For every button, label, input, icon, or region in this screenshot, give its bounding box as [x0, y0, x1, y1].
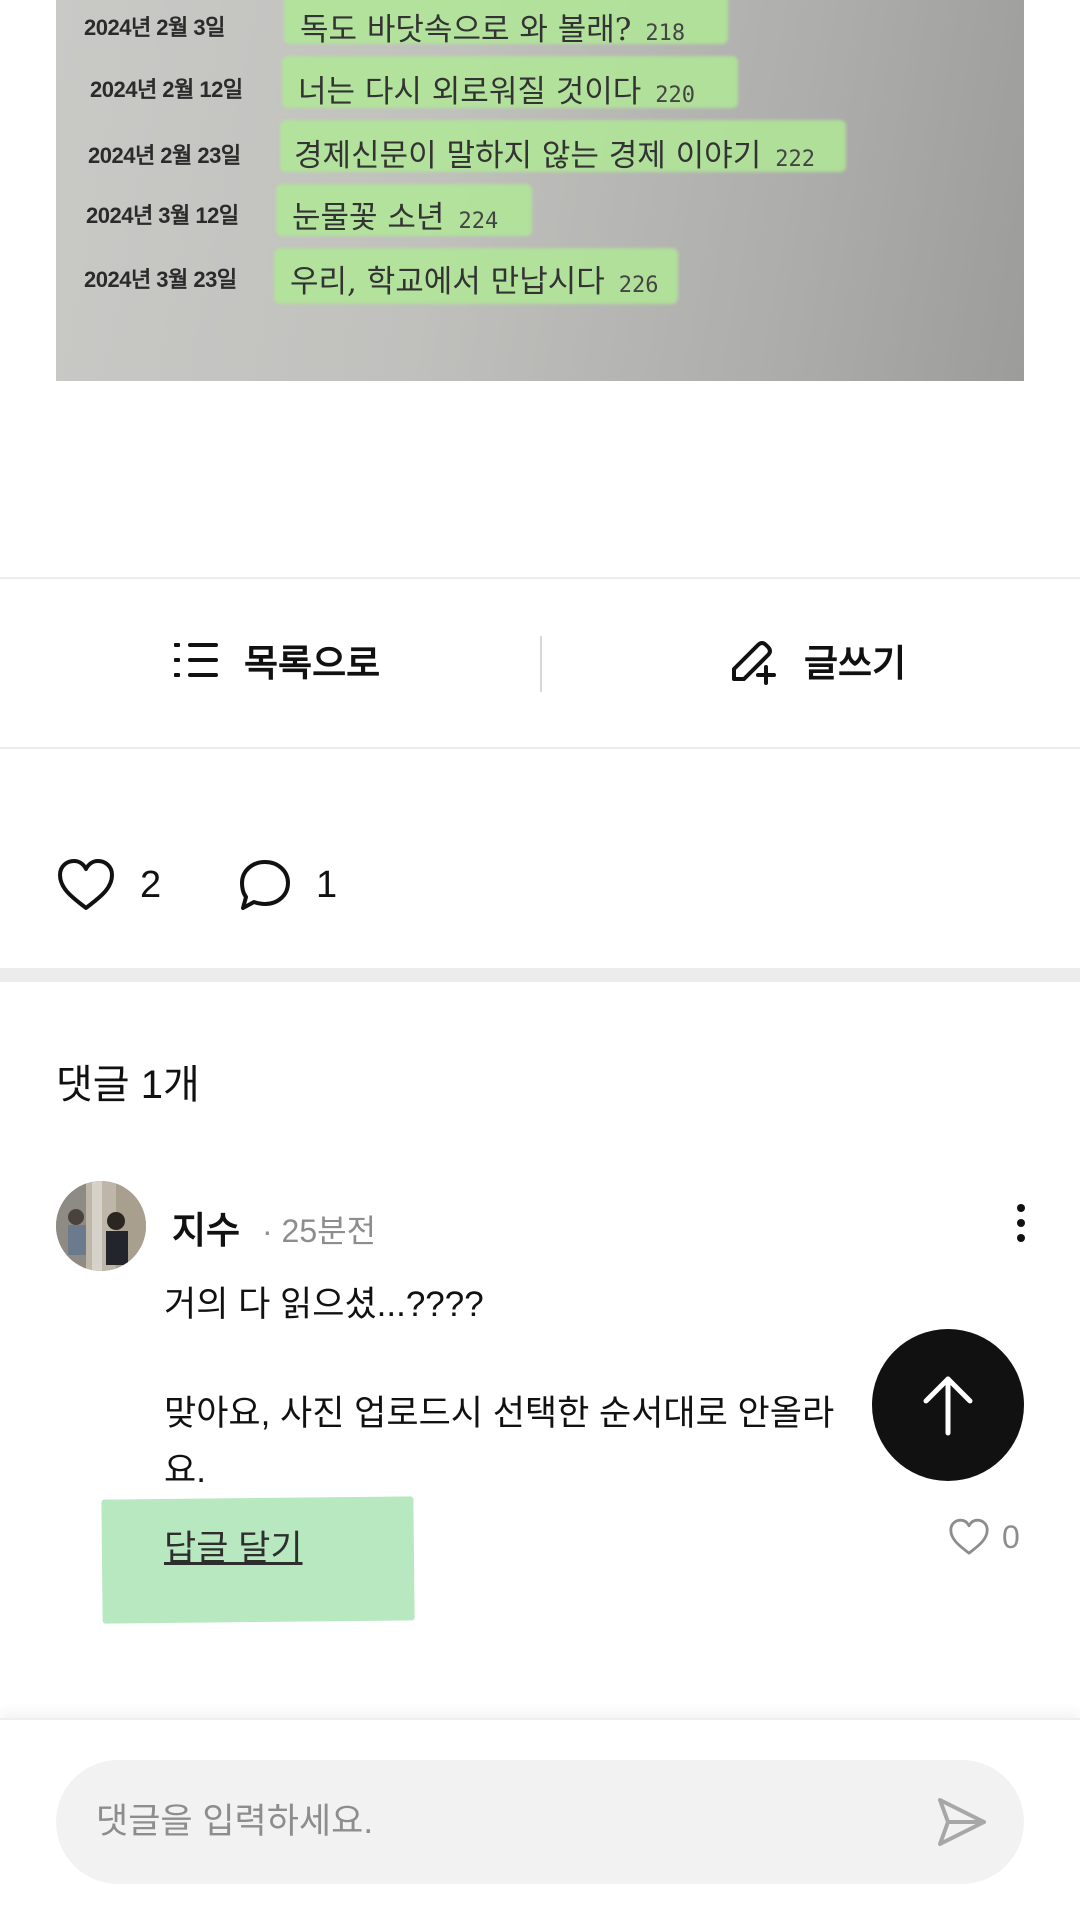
divider: [0, 577, 1080, 579]
write-button[interactable]: 글쓰기: [728, 580, 906, 740]
divider: [0, 747, 1080, 749]
toc-row: 2024년 2월 3일 독도 바닷속으로 와 볼래? 218: [56, 0, 1024, 60]
comment-time: · 25분전: [262, 1213, 377, 1249]
avatar[interactable]: [56, 1181, 146, 1271]
pencil-plus-icon: [732, 641, 776, 685]
toc-title: 우리, 학교에서 만납시다 226: [290, 264, 659, 300]
comments-title: 댓글 1개: [56, 1063, 200, 1107]
like-count: 2: [140, 863, 162, 906]
section-separator: [0, 968, 1080, 982]
comment-text-line: 거의 다 읽으셨...????: [164, 1285, 484, 1324]
toc-title: 독도 바닷속으로 와 볼래? 218: [300, 12, 686, 48]
arrow-up-icon: [923, 1376, 973, 1436]
toc-date: 2024년 3월 12일: [86, 203, 239, 228]
avatar-photo: [56, 1181, 146, 1271]
more-vertical-icon: [1017, 1204, 1025, 1242]
toc-row: 2024년 2월 23일 경제신문이 말하지 않는 경제 이야기 222: [56, 120, 1024, 184]
toc-date: 2024년 2월 23일: [88, 143, 241, 168]
comment-input[interactable]: [56, 1760, 1024, 1884]
send-button[interactable]: [934, 1794, 990, 1854]
more-options-button[interactable]: [1006, 1200, 1036, 1246]
toc-date: 2024년 2월 12일: [90, 77, 243, 102]
toc-title: 눈물꽃 소년 224: [292, 200, 499, 236]
scroll-top-button[interactable]: [872, 1329, 1024, 1481]
send-icon: [938, 1798, 986, 1846]
toc-title: 너는 다시 외로워질 것이다 220: [298, 74, 696, 110]
comment-text-line: 요.: [164, 1451, 206, 1490]
post-image: 2024년 2월 3일 독도 바닷속으로 와 볼래? 218 2024년 2월 1…: [56, 0, 1024, 381]
comment-button[interactable]: 1: [238, 858, 337, 912]
toc-title: 경제신문이 말하지 않는 경제 이야기 222: [294, 138, 815, 174]
comment-count: 1: [316, 863, 338, 906]
heart-icon: [58, 859, 114, 910]
speech-bubble-icon: [240, 860, 290, 910]
toc-row: 2024년 3월 12일 눈물꽃 소년 224: [56, 184, 1024, 248]
comment-like-count: 0: [1002, 1518, 1020, 1555]
heart-icon: [949, 1518, 989, 1555]
toc-row: 2024년 3월 23일 우리, 학교에서 만납시다 226: [56, 248, 1024, 310]
nav-divider: [540, 636, 542, 692]
toc-date: 2024년 2월 3일: [84, 15, 225, 40]
list-button-label: 목록으로: [244, 643, 381, 684]
like-button[interactable]: 2: [56, 858, 161, 912]
reply-button[interactable]: 답글 달기: [164, 1520, 303, 1571]
list-icon: [174, 643, 218, 677]
toc-row: 2024년 2월 12일 너는 다시 외로워질 것이다 220: [56, 56, 1024, 122]
list-button[interactable]: 목록으로: [174, 580, 380, 740]
comment-input-bar: [0, 1718, 1080, 1907]
comment-author[interactable]: 지수: [172, 1200, 240, 1254]
write-button-label: 글쓰기: [804, 643, 907, 684]
comment-text-line: 맞아요, 사진 업로드시 선택한 순서대로 안올라: [164, 1394, 835, 1433]
toc-date: 2024년 3월 23일: [84, 267, 237, 292]
comment-like-button[interactable]: 0: [948, 1518, 1020, 1556]
